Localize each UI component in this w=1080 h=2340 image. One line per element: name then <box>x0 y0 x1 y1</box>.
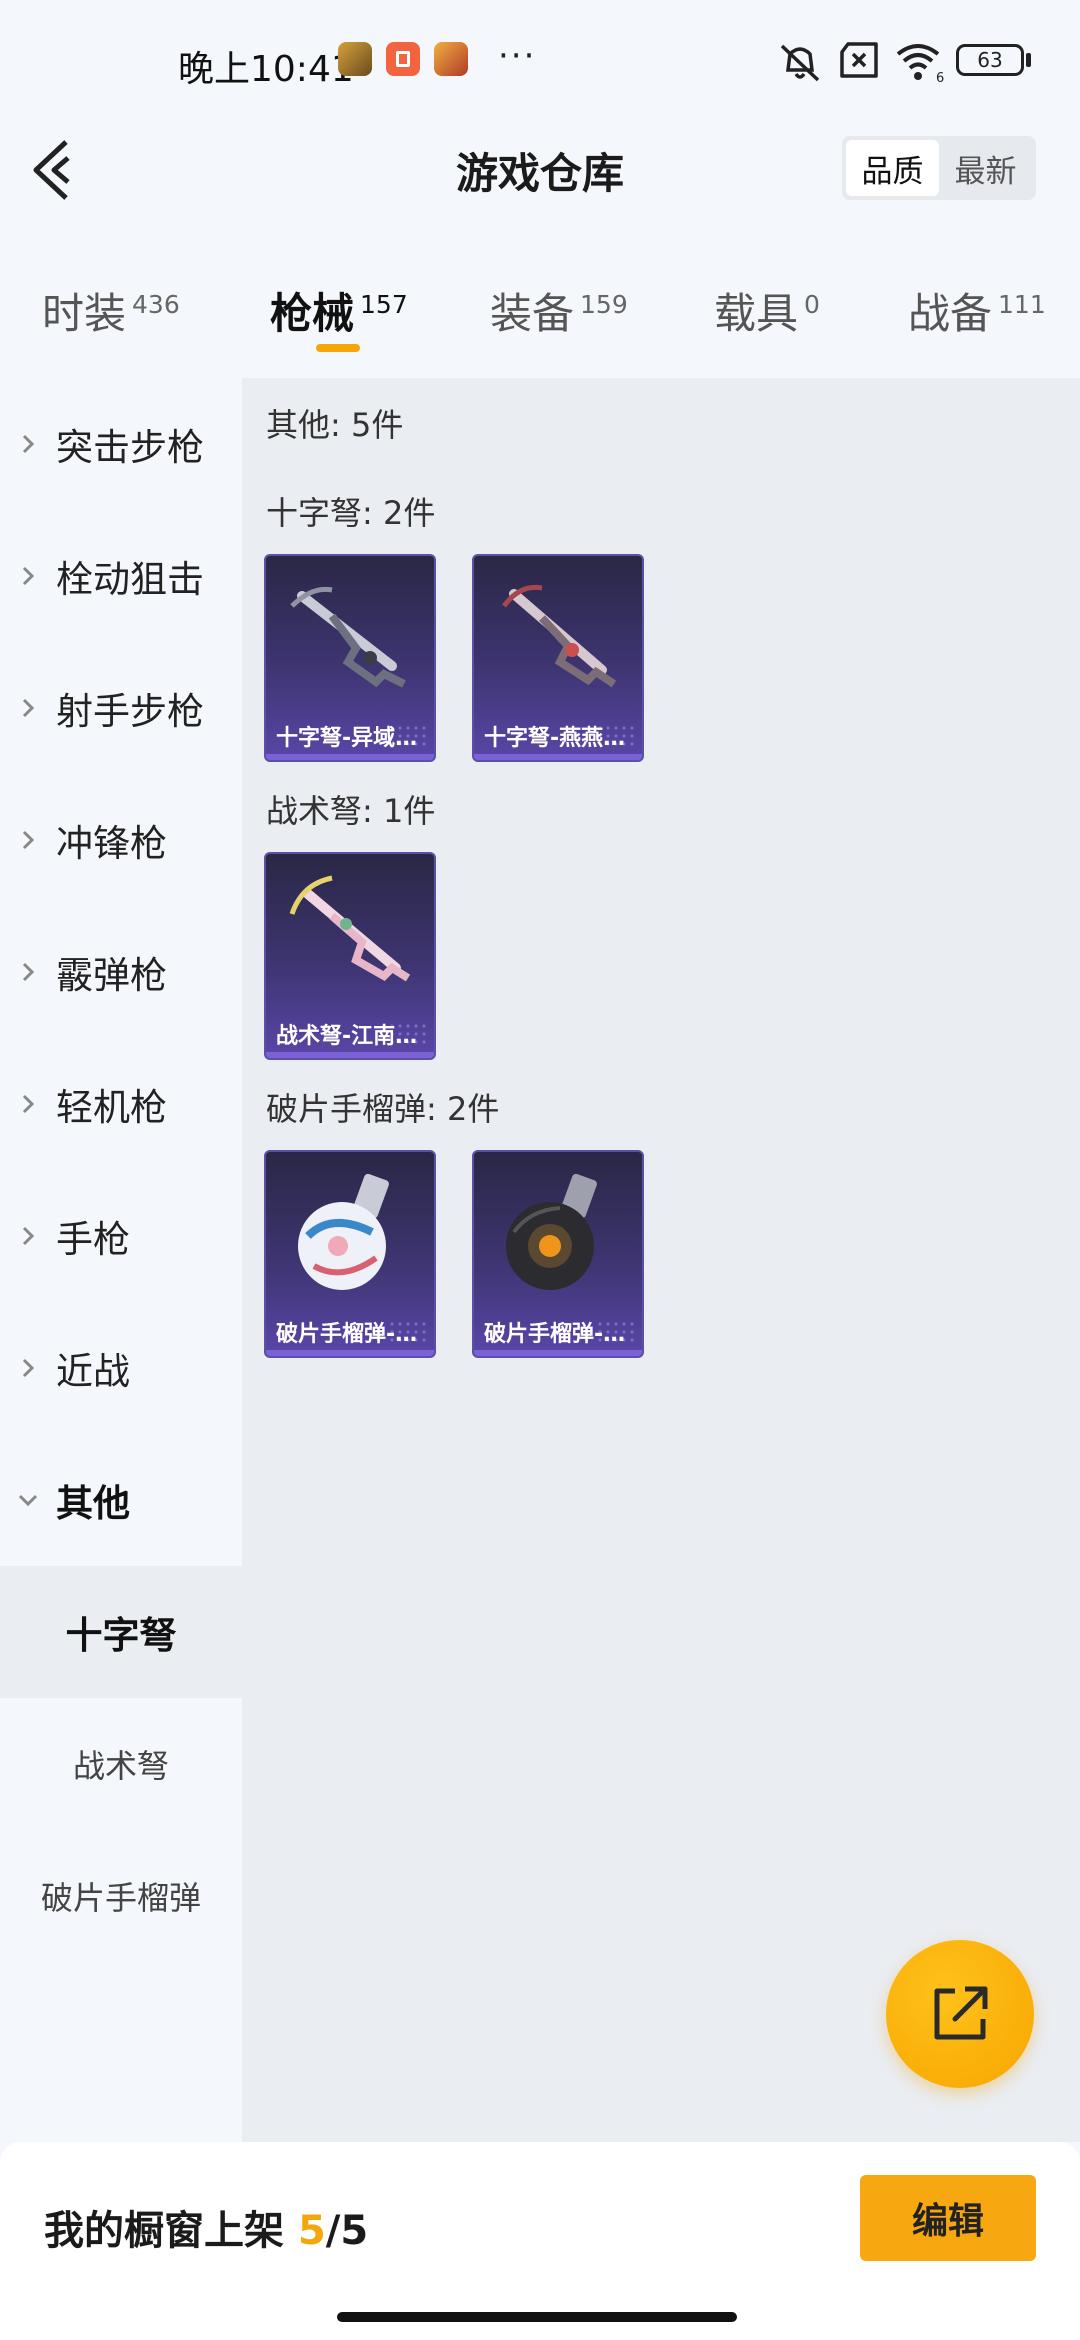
sidebar-item-lmg[interactable]: 轻机枪 <box>0 1038 242 1170</box>
item-card[interactable]: 十字弩-异域… <box>264 554 436 762</box>
item-card[interactable]: 破片手榴弹-… <box>264 1150 436 1358</box>
sidebar-item-bolt-sniper[interactable]: 栓动狙击 <box>0 510 242 642</box>
notification-game-icon-2 <box>434 42 468 76</box>
tab-vehicles[interactable]: 载具 0 <box>714 280 820 341</box>
share-button[interactable] <box>886 1940 1034 2088</box>
grenade-item-image <box>298 1173 389 1290</box>
chevron-right-icon <box>22 830 35 850</box>
status-time: 晚上10:41 <box>178 49 354 90</box>
sidebar-subitem-tactical-crossbow[interactable]: 战术弩 <box>0 1698 242 1830</box>
share-export-icon <box>934 1986 988 2040</box>
showcase-counter: 我的橱窗上架 5/5 <box>44 2198 368 2256</box>
tab-label: 时装 <box>42 289 127 338</box>
notification-clipboard-icon <box>386 42 420 76</box>
chevron-right-icon <box>22 1226 35 1246</box>
chevron-right-icon <box>22 1094 35 1114</box>
tab-count: 159 <box>580 290 628 319</box>
showcase-separator: / <box>325 2208 341 2254</box>
item-card[interactable]: 战术弩-江南… <box>264 852 436 1060</box>
sidebar-item-label: 其他 <box>56 1482 130 1525</box>
grenade-item-image <box>506 1173 597 1290</box>
item-name: 战术弩-江南… <box>276 1024 418 1049</box>
category-tabs: 时装 436 枪械 157 装备 159 载具 0 战备 111 <box>0 270 1080 380</box>
sidebar-item-label: 手枪 <box>56 1218 130 1261</box>
chevron-right-icon <box>22 566 35 586</box>
sidebar-item-smg[interactable]: 冲锋枪 <box>0 774 242 906</box>
sort-option-latest[interactable]: 最新 <box>939 140 1032 196</box>
item-card[interactable]: 十字弩-燕燕… <box>472 554 644 762</box>
sidebar-subitem-crossbow[interactable]: 十字弩 <box>0 1566 242 1698</box>
chevron-right-icon <box>22 434 35 454</box>
tab-count: 157 <box>360 290 408 319</box>
crossbow-item-image <box>501 584 617 688</box>
no-sim-icon <box>840 42 878 78</box>
notification-game-icon <box>338 42 372 76</box>
crossbow-item-image <box>290 586 406 688</box>
more-notifications-icon: ··· <box>498 36 537 76</box>
edit-button[interactable]: 编辑 <box>860 2175 1036 2261</box>
section-summary: 其他: 5件 <box>266 406 404 444</box>
tab-label: 载具 <box>714 289 799 338</box>
tab-firearms[interactable]: 枪械 157 <box>270 280 408 341</box>
showcase-total: 5 <box>340 2208 369 2254</box>
tab-count: 111 <box>998 290 1046 319</box>
item-name: 破片手榴弹-… <box>276 1322 418 1347</box>
item-name: 破片手榴弹-… <box>484 1322 626 1347</box>
sidebar-item-label: 霰弹枪 <box>56 954 167 997</box>
tab-gear[interactable]: 战备 111 <box>908 280 1046 341</box>
chevron-right-icon <box>22 1358 35 1378</box>
sort-toggle[interactable]: 品质 最新 <box>842 136 1036 200</box>
tab-fashion[interactable]: 时装 436 <box>42 280 180 341</box>
mute-vibrate-icon <box>780 44 820 82</box>
tactical-crossbow-item-image <box>289 875 411 982</box>
battery-tip <box>1026 53 1031 67</box>
category-sidebar: 突击步枪 栓动狙击 射手步枪 冲锋枪 霰弹枪 轻机枪 手枪 近战 其他 十字弩 … <box>0 378 242 2142</box>
battery-level: 63 <box>977 48 1003 72</box>
sidebar-item-melee[interactable]: 近战 <box>0 1302 242 1434</box>
chevron-down-icon <box>18 1494 38 1507</box>
showcase-label: 我的橱窗上架 <box>44 2208 284 2254</box>
sidebar-item-label: 近战 <box>56 1350 130 1393</box>
bottom-bar: 我的橱窗上架 5/5 编辑 <box>0 2142 1080 2340</box>
item-list-panel: 其他: 5件 十字弩: 2件 十字弩-异域… 十字弩-燕燕… 战术弩: 1件 战… <box>242 378 1080 2142</box>
sort-option-quality[interactable]: 品质 <box>846 140 939 196</box>
tab-label: 装备 <box>490 289 575 338</box>
sidebar-item-other[interactable]: 其他 <box>0 1434 242 1566</box>
section-title-tactical-crossbow: 战术弩: 1件 <box>266 792 436 830</box>
sidebar-item-pistol[interactable]: 手枪 <box>0 1170 242 1302</box>
battery-icon: 63 <box>956 44 1024 76</box>
item-name: 十字弩-燕燕… <box>484 726 626 751</box>
active-tab-indicator <box>316 344 360 352</box>
wifi-icon: 6 <box>896 44 944 84</box>
sidebar-item-assault-rifle[interactable]: 突击步枪 <box>0 378 242 510</box>
home-indicator[interactable] <box>337 2312 737 2322</box>
sidebar-item-marksman-rifle[interactable]: 射手步枪 <box>0 642 242 774</box>
svg-text:6: 6 <box>936 71 944 84</box>
tab-label: 枪械 <box>270 289 355 338</box>
item-name: 十字弩-异域… <box>276 726 418 751</box>
tab-count: 436 <box>132 290 180 319</box>
tab-count: 0 <box>804 290 820 319</box>
chevron-right-icon <box>22 962 35 982</box>
sidebar-item-label: 轻机枪 <box>56 1086 167 1129</box>
showcase-count: 5 <box>297 2208 326 2254</box>
chevron-right-icon <box>22 698 35 718</box>
item-card[interactable]: 破片手榴弹-… <box>472 1150 644 1358</box>
sidebar-item-label: 突击步枪 <box>56 426 204 469</box>
sidebar-item-label: 射手步枪 <box>56 690 204 733</box>
tab-equipment[interactable]: 装备 159 <box>490 280 628 341</box>
sidebar-item-shotgun[interactable]: 霰弹枪 <box>0 906 242 1038</box>
sidebar-item-label: 栓动狙击 <box>56 558 204 601</box>
section-title-crossbow: 十字弩: 2件 <box>266 494 436 532</box>
status-bar: 晚上10:41 ··· 6 63 <box>0 0 1080 120</box>
section-title-frag-grenade: 破片手榴弹: 2件 <box>266 1090 500 1128</box>
sidebar-subitem-frag-grenade[interactable]: 破片手榴弹 <box>0 1830 242 1962</box>
sidebar-item-label: 冲锋枪 <box>56 822 167 865</box>
tab-label: 战备 <box>908 289 993 338</box>
